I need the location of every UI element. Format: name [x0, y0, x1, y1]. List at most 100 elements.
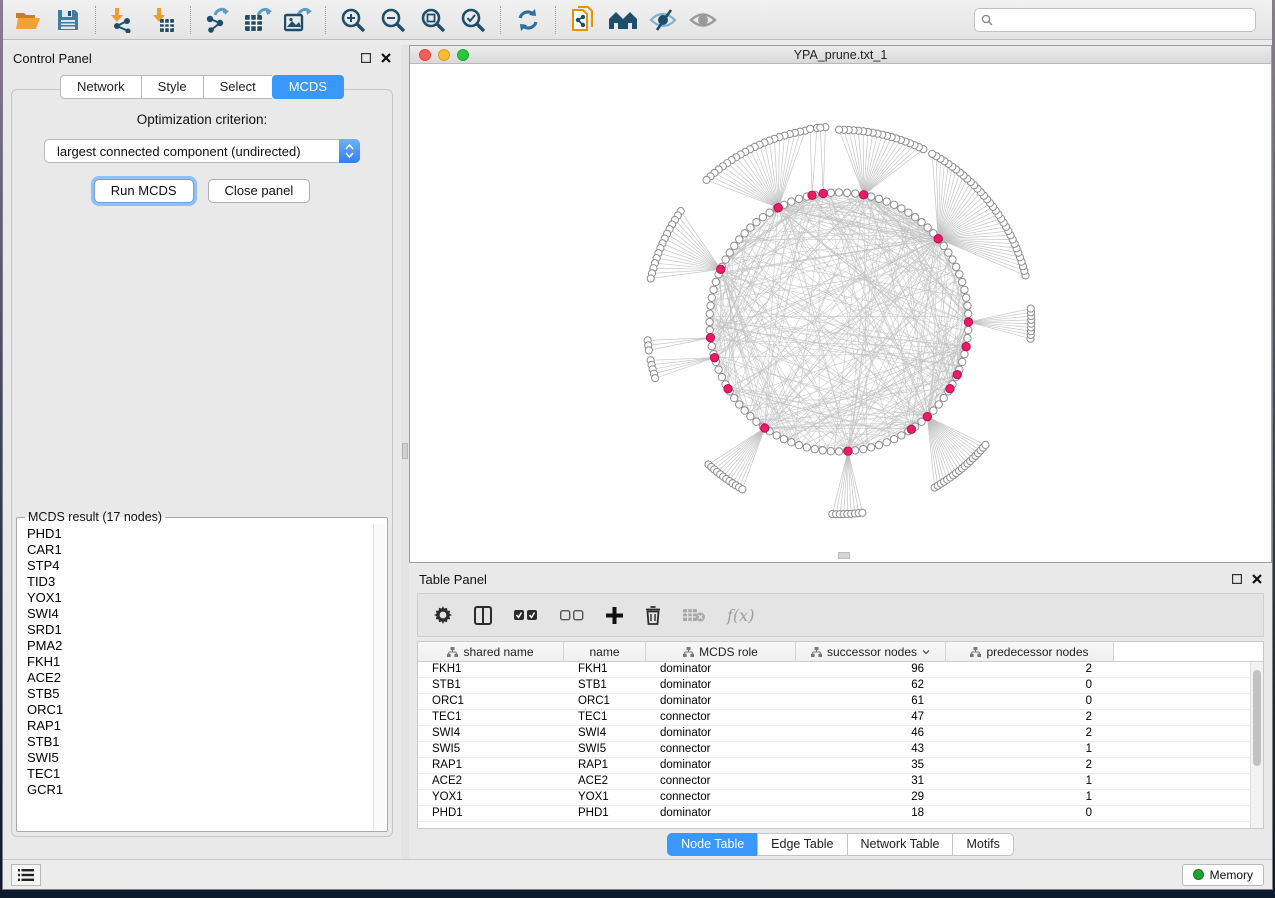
zoom-in-icon[interactable]: [338, 5, 368, 35]
close-panel-button[interactable]: Close panel: [208, 179, 311, 203]
table-cell[interactable]: 2: [946, 726, 1114, 741]
mcds-node-item[interactable]: PMA2: [27, 638, 373, 654]
close-panel-icon[interactable]: [1251, 574, 1262, 585]
table-cell[interactable]: 2: [946, 710, 1114, 725]
mcds-node-item[interactable]: STB1: [27, 734, 373, 750]
mcds-node-item[interactable]: TEC1: [27, 766, 373, 782]
table-cell[interactable]: RAP1: [564, 758, 646, 773]
table-cell[interactable]: TEC1: [418, 710, 564, 725]
table-cell[interactable]: 1: [946, 774, 1114, 789]
tab-mcds[interactable]: MCDS: [272, 75, 344, 99]
table-cell[interactable]: RAP1: [418, 758, 564, 773]
save-session-icon[interactable]: [53, 5, 83, 35]
table-cell[interactable]: [1114, 758, 1250, 773]
table-cell[interactable]: ACE2: [418, 774, 564, 789]
table-row[interactable]: FKH1FKH1dominator962: [418, 662, 1263, 678]
table-cell[interactable]: [1114, 678, 1250, 693]
mcds-node-item[interactable]: RAP1: [27, 718, 373, 734]
table-cell[interactable]: 2: [946, 758, 1114, 773]
table-cell[interactable]: [1114, 742, 1250, 757]
table-cell[interactable]: SWI4: [564, 726, 646, 741]
table-row[interactable]: STB1STB1dominator620: [418, 678, 1263, 694]
table-row[interactable]: SWI4SWI4dominator462: [418, 726, 1263, 742]
tab-network[interactable]: Network: [60, 75, 141, 99]
table-cell[interactable]: [1114, 774, 1250, 789]
zoom-out-icon[interactable]: [378, 5, 408, 35]
float-panel-icon[interactable]: [1231, 574, 1242, 585]
table-row[interactable]: PHD1PHD1dominator180: [418, 806, 1263, 822]
table-settings-gear-icon[interactable]: [434, 606, 452, 624]
table-cell[interactable]: [1114, 710, 1250, 725]
table-cell[interactable]: [1114, 662, 1250, 677]
memory-button[interactable]: Memory: [1182, 864, 1264, 886]
close-panel-icon[interactable]: [380, 53, 391, 64]
tab-motifs[interactable]: Motifs: [952, 833, 1013, 856]
refresh-layout-icon[interactable]: [513, 5, 543, 35]
mcds-node-item[interactable]: TID3: [27, 574, 373, 590]
table-cell[interactable]: 29: [796, 790, 946, 805]
table-cell[interactable]: FKH1: [564, 662, 646, 677]
column-header-predecessor-nodes[interactable]: predecessor nodes: [946, 642, 1114, 662]
export-network-icon[interactable]: [203, 5, 233, 35]
add-column-icon[interactable]: [606, 607, 623, 624]
export-image-icon[interactable]: [283, 5, 313, 35]
mcds-node-list[interactable]: PHD1CAR1STP4TID3YOX1SWI4SRD1PMA2FKH1ACE2…: [19, 524, 373, 829]
table-cell[interactable]: YOX1: [564, 790, 646, 805]
divider-handle[interactable]: [402, 443, 408, 459]
column-header-mcds-role[interactable]: MCDS role: [646, 642, 796, 662]
table-cell[interactable]: ORC1: [418, 694, 564, 709]
table-cell[interactable]: ORC1: [564, 694, 646, 709]
canvas-hscroll-thumb[interactable]: [838, 552, 850, 559]
table-cell[interactable]: dominator: [646, 678, 796, 693]
mcds-node-item[interactable]: STB5: [27, 686, 373, 702]
table-cell[interactable]: [1114, 694, 1250, 709]
criterion-select[interactable]: largest connected component (undirected): [44, 139, 360, 163]
table-row[interactable]: ACE2ACE2connector311: [418, 774, 1263, 790]
table-cell[interactable]: dominator: [646, 806, 796, 821]
mcds-node-item[interactable]: SRD1: [27, 622, 373, 638]
table-row[interactable]: SWI5SWI5connector431: [418, 742, 1263, 758]
table-cell[interactable]: 96: [796, 662, 946, 677]
mcds-node-item[interactable]: FKH1: [27, 654, 373, 670]
table-cell[interactable]: 0: [946, 806, 1114, 821]
table-body[interactable]: FKH1FKH1dominator962STB1STB1dominator620…: [418, 662, 1263, 822]
mcds-node-item[interactable]: ORC1: [27, 702, 373, 718]
table-cell[interactable]: FKH1: [418, 662, 564, 677]
table-cell[interactable]: 1: [946, 742, 1114, 757]
table-cell[interactable]: 35: [796, 758, 946, 773]
table-cell[interactable]: connector: [646, 742, 796, 757]
table-cell[interactable]: dominator: [646, 758, 796, 773]
table-cell[interactable]: connector: [646, 774, 796, 789]
table-cell[interactable]: PHD1: [418, 806, 564, 821]
table-cell[interactable]: [1114, 790, 1250, 805]
table-cell[interactable]: dominator: [646, 662, 796, 677]
table-cell[interactable]: 46: [796, 726, 946, 741]
tab-style[interactable]: Style: [141, 75, 203, 99]
mcds-node-item[interactable]: YOX1: [27, 590, 373, 606]
table-cell[interactable]: 0: [946, 678, 1114, 693]
open-file-icon[interactable]: [13, 5, 43, 35]
table-cell[interactable]: [1114, 726, 1250, 741]
table-cell[interactable]: dominator: [646, 694, 796, 709]
tab-edge-table[interactable]: Edge Table: [757, 833, 846, 856]
show-panels-list-button[interactable]: [11, 864, 41, 886]
tab-select[interactable]: Select: [203, 75, 272, 99]
table-cell[interactable]: 62: [796, 678, 946, 693]
panel-divider[interactable]: [401, 45, 409, 859]
table-cell[interactable]: PHD1: [564, 806, 646, 821]
show-columns-icon[interactable]: [474, 606, 492, 625]
table-cell[interactable]: ACE2: [564, 774, 646, 789]
export-table-icon[interactable]: [243, 5, 273, 35]
table-cell[interactable]: 61: [796, 694, 946, 709]
select-all-icon[interactable]: [514, 610, 538, 621]
network-canvas[interactable]: [410, 64, 1271, 562]
table-cell[interactable]: STB1: [418, 678, 564, 693]
table-cell[interactable]: 1: [946, 790, 1114, 805]
table-cell[interactable]: [1114, 806, 1250, 821]
table-cell[interactable]: 2: [946, 662, 1114, 677]
table-scrollbar-thumb[interactable]: [1253, 670, 1261, 766]
tab-network-table[interactable]: Network Table: [847, 833, 953, 856]
zoom-selected-icon[interactable]: [458, 5, 488, 35]
mcds-node-item[interactable]: ACE2: [27, 670, 373, 686]
run-mcds-button[interactable]: Run MCDS: [94, 179, 194, 203]
